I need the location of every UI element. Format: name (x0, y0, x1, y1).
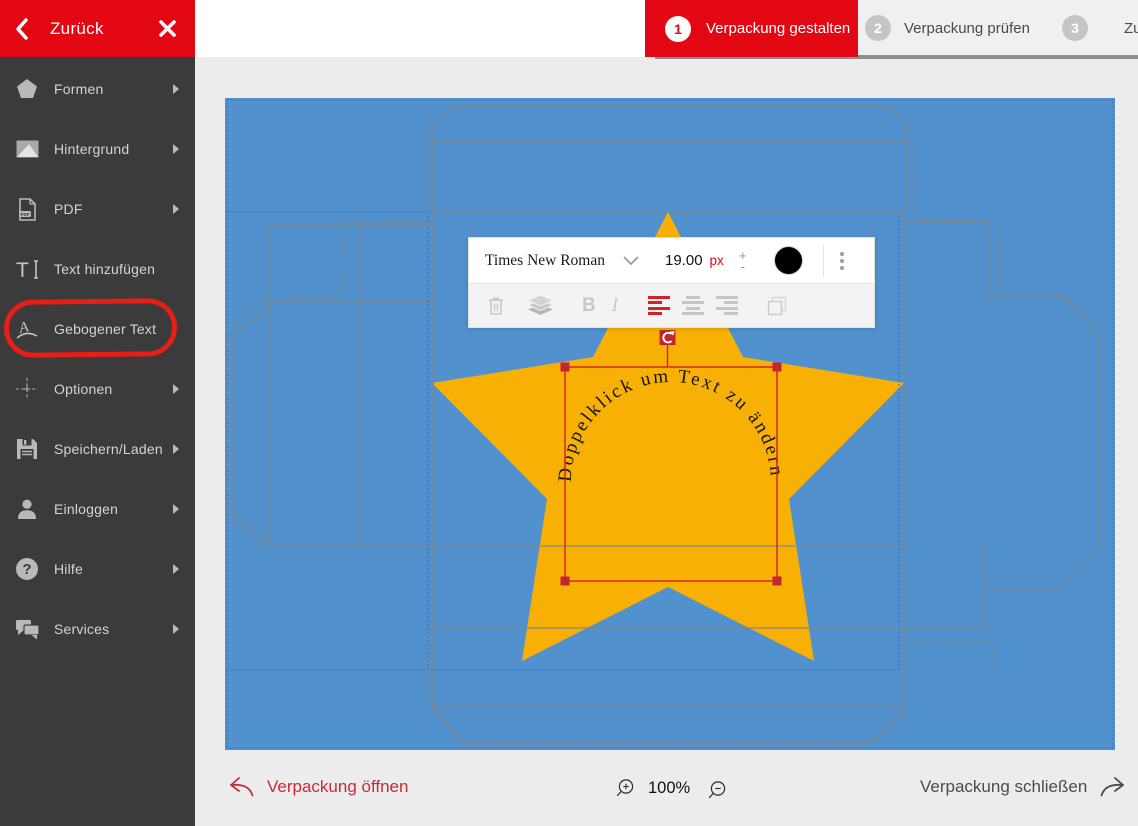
sidebar-item-formen[interactable]: Formen (0, 67, 195, 111)
align-right-button[interactable] (716, 296, 738, 316)
sidebar-item-einloggen[interactable]: Einloggen (0, 487, 195, 531)
font-size-decrease-button[interactable]: - (736, 261, 750, 272)
help-icon: ? (0, 557, 54, 581)
chat-bubbles-icon (0, 619, 54, 640)
pentagon-icon (0, 78, 54, 100)
tab-step-3[interactable]: Zu (1124, 20, 1138, 37)
open-packaging-label: Verpackung öffnen (267, 777, 408, 797)
help-icon-glyph: ? (22, 561, 31, 578)
tab-label: Verpackung gestalten (706, 20, 850, 37)
sidebar-item-hilfe[interactable]: ? Hilfe (0, 547, 195, 591)
bold-button[interactable]: B (582, 295, 596, 317)
font-size-input[interactable]: 19.00 (665, 252, 703, 269)
close-icon[interactable] (158, 19, 177, 38)
crosshair-icon (0, 377, 54, 401)
chevron-right-icon (173, 624, 179, 634)
chevron-right-icon (173, 504, 179, 514)
curved-text-icon-letter: A (16, 319, 31, 337)
resize-handle-sw[interactable] (561, 577, 570, 586)
chevron-right-icon (173, 384, 179, 394)
chevron-left-icon (14, 18, 28, 40)
pdf-file-icon: PDF (0, 198, 54, 221)
resize-handle-nw[interactable] (561, 363, 570, 372)
tab-verpackung-pruefen[interactable]: Verpackung prüfen (904, 20, 1030, 37)
resize-handle-se[interactable] (773, 577, 782, 586)
step-number-badge: 1 (665, 16, 691, 42)
text-toolbar: Times New Roman 19.00 px + - B I (468, 237, 875, 328)
add-text-icon: T (0, 258, 54, 281)
sidebar-item-hintergrund[interactable]: Hintergrund (0, 127, 195, 171)
sidebar-item-text-hinzufuegen[interactable]: T Text hinzufügen (0, 247, 195, 291)
resize-handle-ne[interactable] (773, 363, 782, 372)
sidebar-item-optionen[interactable]: Optionen (0, 367, 195, 411)
chevron-down-icon[interactable] (623, 256, 639, 265)
sidebar-item-label: Services (54, 621, 173, 637)
chevron-right-icon (173, 144, 179, 154)
delete-button[interactable] (487, 295, 505, 316)
close-packaging-label: Verpackung schließen (920, 777, 1087, 797)
zoom-out-button[interactable] (706, 780, 727, 806)
floppy-disk-icon (0, 438, 54, 460)
sidebar-item-label: Formen (54, 81, 173, 97)
sidebar-item-pdf[interactable]: PDF PDF (0, 187, 195, 231)
step-number-badge: 3 (1062, 15, 1088, 41)
user-icon (0, 498, 54, 520)
image-icon (0, 140, 54, 158)
close-packaging-button[interactable]: Verpackung schließen (920, 776, 1126, 798)
close-arrow-icon (1099, 776, 1126, 798)
back-button[interactable]: Zurück (0, 0, 195, 57)
steps-inactive-strip: 2 Verpackung prüfen 3 Zu (858, 0, 1138, 55)
chevron-right-icon (173, 204, 179, 214)
layers-button[interactable] (527, 295, 554, 316)
sidebar-item-gebogener-text[interactable]: A Gebogener Text (0, 307, 195, 351)
sidebar-item-services[interactable]: Services (0, 607, 195, 651)
sidebar-item-label: Hintergrund (54, 141, 173, 157)
add-text-icon-letter: T (16, 259, 29, 281)
align-center-button[interactable] (682, 296, 704, 316)
sidebar-item-label: Einloggen (54, 501, 173, 517)
sidebar-item-speichern-laden[interactable]: Speichern/Laden (0, 427, 195, 471)
tab-verpackung-gestalten[interactable]: 1 Verpackung gestalten (645, 0, 858, 57)
more-options-button[interactable] (824, 252, 860, 270)
font-family-select[interactable]: Times New Roman (485, 252, 607, 270)
zoom-in-button[interactable] (614, 778, 635, 804)
zoom-level-value: 100% (648, 779, 690, 798)
design-canvas[interactable]: Doppelklick um Text zu ändern (225, 98, 1115, 750)
sidebar-item-label: Hilfe (54, 561, 173, 577)
step-number-badge: 2 (865, 15, 891, 41)
sidebar-item-label: Speichern/Laden (54, 441, 173, 457)
align-left-button[interactable] (648, 296, 670, 316)
frame-button[interactable] (766, 295, 788, 317)
top-white-strip (195, 0, 645, 57)
pdf-icon-text: PDF (20, 211, 29, 216)
sidebar: Zurück Formen Hintergrund PDF PDF (0, 0, 195, 826)
curved-text-icon: A (0, 317, 54, 341)
italic-button[interactable]: I (612, 295, 618, 317)
chevron-right-icon (173, 84, 179, 94)
sidebar-item-label: Gebogener Text (54, 321, 195, 337)
back-label: Zurück (50, 19, 104, 39)
sidebar-item-label: Text hinzufügen (54, 261, 195, 277)
chevron-right-icon (173, 564, 179, 574)
open-arrow-icon (228, 776, 255, 798)
sidebar-item-label: Optionen (54, 381, 173, 397)
font-size-unit: px (710, 253, 724, 268)
open-packaging-button[interactable]: Verpackung öffnen (228, 776, 408, 798)
text-color-swatch[interactable] (774, 246, 803, 275)
sidebar-item-label: PDF (54, 201, 173, 217)
chevron-right-icon (173, 444, 179, 454)
